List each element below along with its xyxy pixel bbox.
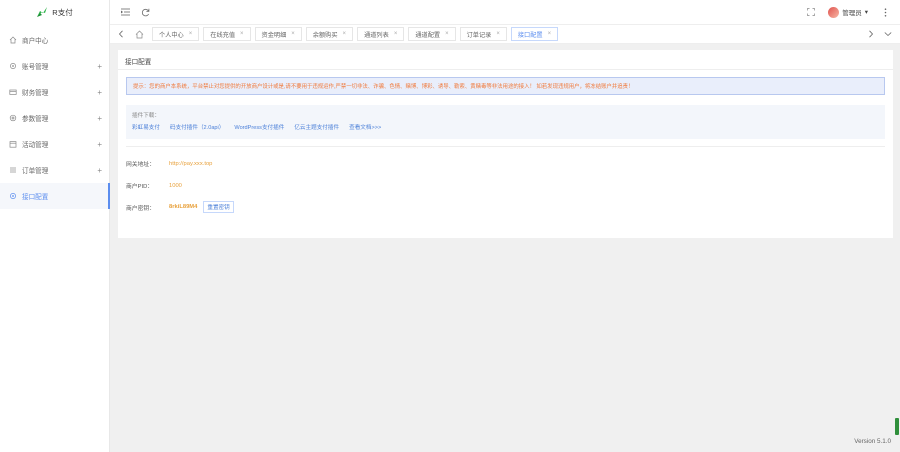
user-name: 管理员 — [842, 10, 862, 17]
sidebar-item-api-config[interactable]: 接口配置 — [0, 183, 110, 209]
more-vertical-icon[interactable] — [878, 5, 892, 19]
fullscreen-icon[interactable] — [804, 5, 818, 19]
tab-channel-config[interactable]: 通道配置 × — [408, 27, 456, 41]
gear-icon — [9, 114, 17, 122]
sidebar-item-label: 参数管理 — [22, 116, 49, 123]
logo[interactable]: R支付 — [0, 0, 109, 24]
close-icon[interactable]: × — [394, 31, 398, 37]
pid-value: 1000 — [169, 182, 182, 189]
sidebar-item-merchant-center[interactable]: 商户中心 — [0, 27, 110, 53]
user-menu[interactable]: 管理员 ▾ — [828, 6, 868, 18]
tab-label: 通道列表 — [364, 31, 389, 39]
close-icon[interactable]: × — [240, 31, 244, 37]
reset-key-button[interactable]: 重置密钥 — [203, 201, 234, 213]
chevron-right-icon[interactable] — [864, 27, 878, 41]
expand-icon[interactable]: + — [97, 166, 102, 175]
view-docs-link[interactable]: 查看文档>>> — [349, 123, 381, 131]
close-icon[interactable]: × — [189, 31, 193, 37]
calendar-icon — [9, 140, 17, 148]
sidebar-item-activity[interactable]: 活动管理 + — [0, 131, 110, 157]
menu-fold-icon[interactable] — [118, 5, 132, 19]
scrollbar-thumb[interactable] — [895, 418, 899, 435]
tab-label: 资金明细 — [261, 31, 287, 39]
chevron-down-icon[interactable] — [881, 27, 895, 41]
key-label: 商户密钥： — [126, 205, 155, 212]
tab-order-records[interactable]: 订单记录 × — [459, 27, 507, 41]
expand-icon[interactable]: + — [97, 62, 102, 71]
refresh-icon[interactable] — [138, 5, 152, 19]
tab-balance-purchase[interactable]: 余额购买 × — [305, 27, 354, 41]
page-title: 接口配置 — [125, 59, 152, 66]
tab-label: 个人中心 — [159, 31, 184, 39]
avatar — [828, 6, 840, 18]
tab-online-recharge[interactable]: 在线充值 × — [203, 27, 251, 41]
sidebar-item-orders[interactable]: 订单管理 + — [0, 157, 110, 183]
close-icon[interactable]: × — [445, 31, 449, 37]
gateway-label: 网关地址： — [126, 162, 155, 168]
tab-label: 订单记录 — [466, 31, 492, 39]
plugin-link[interactable]: 码支付插件（2.0api） — [170, 123, 224, 131]
api-config-panel: 接口配置 提示：您的商户本系统，平台禁止对您提供的开放商户设计或是,请不要用于违… — [118, 50, 893, 238]
key-row: 商户密钥： 8rkiL89M4 重置密钥 — [126, 201, 234, 213]
sidebar-item-params[interactable]: 参数管理 + — [0, 105, 110, 131]
expand-icon[interactable]: + — [97, 140, 102, 149]
tabs-bar: 个人中心 × 在线充值 × 资金明细 × 余额购买 × 通道列表 × 通道配置 … — [110, 24, 900, 44]
home-tab-icon[interactable] — [132, 27, 146, 41]
home-icon — [9, 36, 17, 44]
notice-text: 提示：您的商户本系统，平台禁止对您提供的开放商户设计或是,请不要用于违规运作,严… — [133, 84, 634, 90]
sidebar-item-label: 账号管理 — [22, 64, 49, 71]
tab-label: 在线充值 — [210, 31, 236, 39]
sidebar-item-label: 订单管理 — [22, 168, 49, 175]
pid-label: 商户PID： — [126, 184, 154, 190]
notice-banner: 提示：您的商户本系统，平台禁止对您提供的开放商户设计或是,请不要用于违规运作,严… — [126, 77, 885, 95]
gear-icon — [9, 62, 17, 70]
expand-icon[interactable]: + — [97, 114, 102, 123]
sidebar-item-label: 财务管理 — [22, 90, 49, 97]
credit-card-icon — [9, 88, 17, 96]
close-icon[interactable]: × — [291, 31, 295, 37]
plugin-link[interactable]: 亿云主题支付插件 — [294, 123, 339, 131]
expand-icon[interactable]: + — [97, 88, 102, 97]
tab-personal-center[interactable]: 个人中心 × — [152, 27, 200, 41]
chevron-down-icon: ▾ — [864, 9, 868, 16]
tab-fund-details[interactable]: 资金明细 × — [254, 27, 302, 41]
plugin-download-box: 插件下载： 彩虹易支付 码支付插件（2.0api） WordPress支付插件 … — [126, 105, 885, 139]
tab-label: 通道配置 — [415, 31, 441, 39]
plugin-link[interactable]: 彩虹易支付 — [132, 123, 160, 131]
tab-label: 余额购买 — [312, 31, 338, 39]
settings-icon — [9, 192, 17, 200]
list-icon — [9, 166, 17, 174]
divider — [118, 69, 893, 70]
close-icon[interactable]: × — [548, 31, 552, 37]
sidebar-item-label: 活动管理 — [22, 142, 49, 149]
gateway-row: 网关地址： http://pay.xxx.top — [126, 159, 213, 169]
logo-icon — [37, 7, 48, 17]
chevron-left-icon[interactable] — [114, 27, 128, 41]
sidebar-item-label: 接口配置 — [22, 194, 49, 201]
tab-api-config[interactable]: 接口配置 × — [510, 27, 559, 41]
sidebar-item-finance[interactable]: 财务管理 + — [0, 79, 110, 105]
close-icon[interactable]: × — [343, 31, 347, 37]
plugin-link[interactable]: WordPress支付插件 — [234, 123, 284, 131]
close-icon[interactable]: × — [496, 31, 500, 37]
tab-channel-list[interactable]: 通道列表 × — [357, 27, 405, 41]
sidebar: R支付 商户中心 账号管理 + 财务管理 + 参数管理 + 活动管理 + 订单管… — [0, 0, 110, 452]
plugins-title: 插件下载： — [132, 113, 160, 119]
tab-label: 接口配置 — [517, 31, 543, 39]
version-text: Version 5.1.0 — [854, 438, 891, 445]
sidebar-item-account[interactable]: 账号管理 + — [0, 53, 110, 79]
divider — [126, 146, 885, 147]
key-value: 8rkiL89M4 — [169, 204, 198, 210]
sidebar-item-label: 商户中心 — [22, 38, 49, 45]
logo-text: R支付 — [52, 7, 73, 17]
gateway-value: http://pay.xxx.top — [169, 160, 213, 167]
pid-row: 商户PID： 1000 — [126, 181, 182, 191]
top-bar: 管理员 ▾ — [110, 0, 900, 24]
